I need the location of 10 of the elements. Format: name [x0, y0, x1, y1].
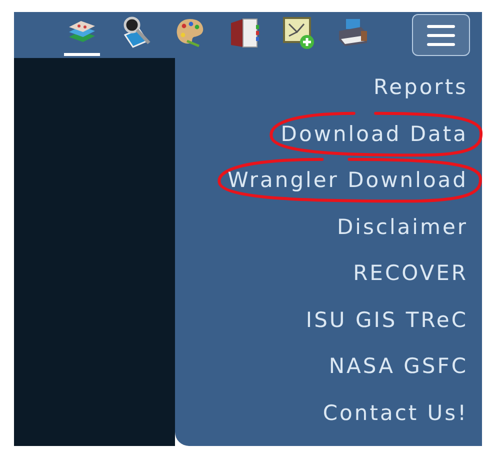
menu-link[interactable]: RECOVER [353, 259, 468, 288]
menu-link[interactable]: Contact Us! [322, 398, 468, 427]
map-add-icon [281, 14, 315, 48]
menu-link[interactable]: ISU GIS TReC [306, 306, 468, 334]
menu-link[interactable]: Download Data [280, 120, 468, 148]
menu-link[interactable]: Reports [373, 73, 468, 102]
menu-link[interactable]: NASA GSFC [328, 352, 468, 380]
menu-button[interactable] [412, 14, 470, 56]
menu-link[interactable]: Wrangler Download [228, 166, 468, 194]
menu-link[interactable]: Disclaimer [336, 212, 468, 241]
